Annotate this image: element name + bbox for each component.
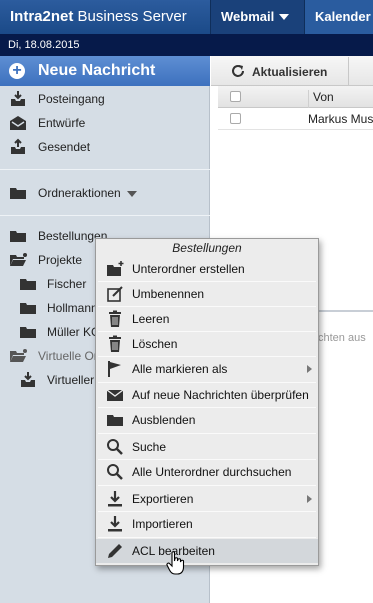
download-icon	[108, 491, 122, 507]
menu-item-export[interactable]: Exportieren	[96, 487, 318, 511]
menu-item-rename[interactable]: Umbenennen	[96, 282, 318, 306]
folder-icon	[20, 327, 36, 338]
sidebar-item-inbox[interactable]: Posteingang	[0, 87, 210, 111]
download-icon	[108, 516, 122, 532]
menu-item-search[interactable]: Suche	[96, 435, 318, 459]
menu-item-delete[interactable]: Löschen	[96, 332, 318, 356]
folder-open-icon	[10, 349, 27, 362]
brand-logo: Intra2net Business Server	[10, 8, 187, 25]
folder-icon	[20, 303, 36, 314]
table-row[interactable]: Markus Mus	[218, 108, 373, 130]
sidebar-divider	[0, 169, 210, 170]
folder-actions-button[interactable]: Ordneraktionen	[0, 181, 210, 205]
menu-item-edit-acl[interactable]: ACL bearbeiten	[96, 539, 318, 563]
search-icon	[107, 439, 123, 455]
submenu-arrow-icon	[307, 365, 312, 373]
row-checkbox[interactable]	[230, 113, 241, 124]
hand-cursor-icon	[166, 551, 185, 575]
folder-icon	[10, 188, 26, 199]
inbox-icon	[21, 372, 35, 387]
drafts-icon	[10, 116, 26, 130]
context-menu-title: Bestellungen	[172, 241, 242, 255]
folder-context-menu: Bestellungen Unterordner erstellen Umben…	[95, 238, 319, 566]
menu-item-hide[interactable]: Ausblenden	[96, 408, 318, 432]
sidebar-item-drafts[interactable]: Entwürfe	[0, 111, 210, 135]
date-bar: Di, 18.08.2015	[0, 34, 373, 56]
chevron-down-icon	[279, 14, 290, 20]
menu-item-empty[interactable]: Leeren	[96, 307, 318, 331]
plus-icon: +	[9, 63, 25, 79]
folder-icon	[20, 279, 36, 290]
envelope-icon	[106, 389, 124, 401]
submenu-arrow-icon	[307, 495, 312, 503]
refresh-button[interactable]: Aktualisieren	[227, 57, 349, 85]
menu-separator	[98, 485, 316, 486]
select-all-checkbox[interactable]	[230, 91, 241, 102]
menu-separator	[98, 433, 316, 434]
inbox-icon	[11, 91, 25, 106]
search-icon	[107, 464, 123, 480]
message-list-header: Von	[218, 86, 373, 108]
folder-open-icon	[10, 253, 27, 266]
menu-item-check-new[interactable]: Auf neue Nachrichten überprüfen	[96, 383, 318, 407]
menu-item-search-subfolders[interactable]: Alle Unterordner durchsuchen	[96, 460, 318, 484]
folder-plus-icon	[107, 261, 124, 276]
menu-item-mark-all[interactable]: Alle markieren als	[96, 357, 318, 381]
current-date: Di, 18.08.2015	[8, 39, 80, 51]
main-toolbar: Aktualisieren	[211, 56, 373, 86]
nav-kalender[interactable]: Kalender	[304, 0, 373, 34]
folder-icon	[107, 415, 123, 426]
new-message-button[interactable]: + Neue Nachricht	[0, 56, 210, 86]
trash-icon	[109, 310, 121, 327]
trash-icon	[109, 335, 121, 352]
flag-icon	[108, 361, 121, 377]
column-from[interactable]: Von	[308, 90, 334, 108]
top-bar: Intra2net Business Server Webmail Kalend…	[0, 0, 373, 34]
refresh-icon	[232, 65, 244, 77]
sidebar-item-sent[interactable]: Gesendet	[0, 135, 210, 159]
menu-item-create-subfolder[interactable]: Unterordner erstellen	[96, 257, 318, 281]
nav-webmail[interactable]: Webmail	[210, 0, 304, 34]
preview-hint: chten aus	[318, 332, 366, 344]
sidebar-divider	[0, 215, 210, 216]
folder-icon	[10, 231, 26, 242]
pencil-icon	[108, 544, 122, 558]
message-from: Markus Mus	[308, 112, 373, 126]
menu-separator	[98, 537, 316, 538]
menu-item-import[interactable]: Importieren	[96, 512, 318, 536]
sent-icon	[11, 138, 25, 154]
edit-icon	[107, 286, 123, 302]
chevron-down-icon	[127, 191, 137, 197]
